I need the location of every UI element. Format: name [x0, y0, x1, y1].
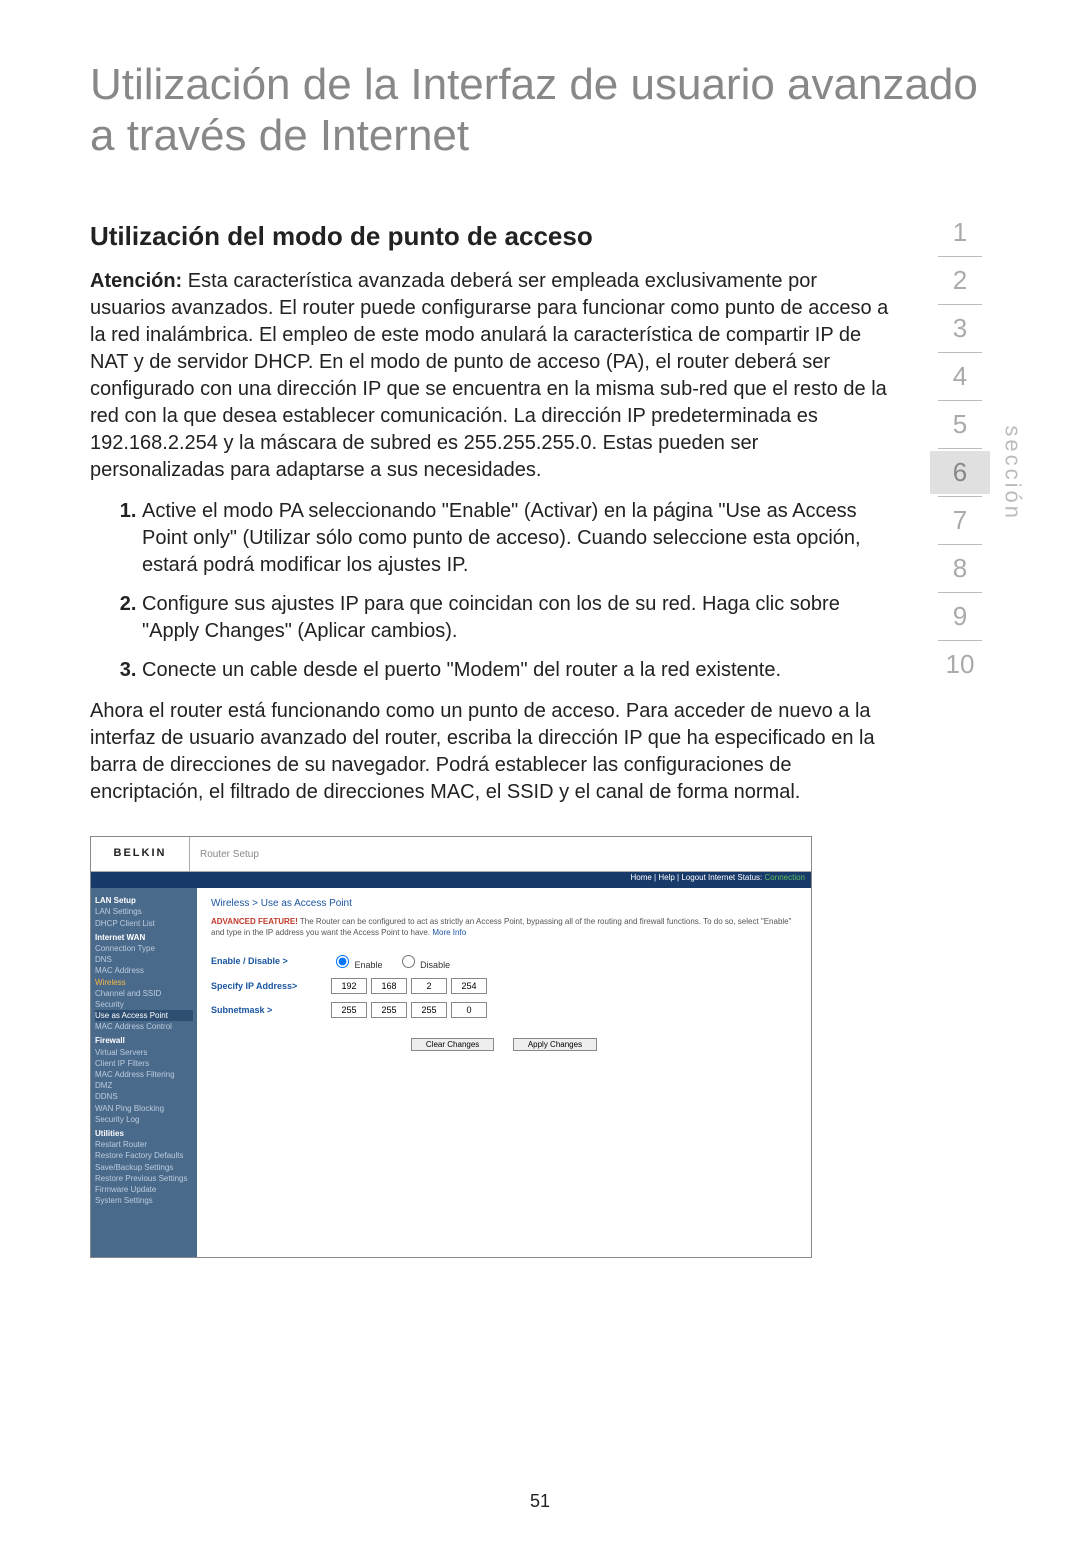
attention-text: Esta característica avanzada deberá ser … [90, 270, 888, 481]
status-connection[interactable]: Connection [765, 873, 805, 882]
section-number[interactable]: 3 [930, 307, 990, 350]
disable-radio[interactable]: Disable [397, 952, 451, 970]
section-nav: sección 12345678910 [930, 211, 990, 686]
subheading: Utilización del modo de punto de acceso [90, 221, 890, 252]
section-number[interactable]: 2 [930, 259, 990, 302]
router-logo: BELKIN [91, 837, 190, 871]
section-number[interactable]: 1 [930, 211, 990, 254]
ip-octet-3[interactable] [411, 978, 447, 994]
sidebar-item[interactable]: Save/Backup Settings [95, 1162, 193, 1173]
sidebar-item[interactable]: MAC Address Filtering [95, 1069, 193, 1080]
sidebar-item[interactable]: Firewall [95, 1035, 193, 1046]
mask-octet-3[interactable] [411, 1002, 447, 1018]
router-tab[interactable]: Router Setup [190, 837, 811, 871]
section-number[interactable]: 9 [930, 595, 990, 638]
section-separator [938, 496, 982, 497]
section-number[interactable]: 8 [930, 547, 990, 590]
router-breadcrumb: Wireless > Use as Access Point [211, 898, 797, 909]
router-main: Wireless > Use as Access Point ADVANCED … [197, 888, 811, 1257]
section-number[interactable]: 6 [930, 451, 990, 494]
router-sidebar: LAN SetupLAN SettingsDHCP Client List Int… [91, 888, 197, 1257]
ip-label: Specify IP Address> [211, 981, 331, 991]
sidebar-item[interactable]: System Settings [95, 1195, 193, 1206]
ip-octet-2[interactable] [371, 978, 407, 994]
status-links[interactable]: Home | Help | Logout Internet Status: [630, 873, 762, 882]
adv-text: The Router can be configured to act as s… [211, 917, 791, 936]
sidebar-item[interactable]: Virtual Servers [95, 1047, 193, 1058]
step-item: Active el modo PA seleccionando "Enable"… [142, 498, 890, 579]
sidebar-item[interactable]: DDNS [95, 1091, 193, 1102]
section-separator [938, 256, 982, 257]
page-title: Utilización de la Interfaz de usuario av… [90, 60, 990, 161]
sidebar-item[interactable]: Wireless [95, 977, 193, 988]
apply-changes-button[interactable]: Apply Changes [513, 1038, 597, 1051]
attention-label: Atención: [90, 270, 182, 292]
sidebar-item[interactable]: WAN Ping Blocking [95, 1103, 193, 1114]
sidebar-item[interactable]: Client IP Filters [95, 1058, 193, 1069]
sidebar-item[interactable]: DHCP Client List [95, 918, 193, 929]
enable-disable-label: Enable / Disable > [211, 956, 331, 966]
sidebar-item[interactable]: Firmware Update [95, 1184, 193, 1195]
step-item: Conecte un cable desde el puerto "Modem"… [142, 657, 890, 684]
step-item: Configure sus ajustes IP para que coinci… [142, 591, 890, 645]
sidebar-item[interactable]: Internet WAN [95, 932, 193, 943]
content-column: Utilización del modo de punto de acceso … [90, 221, 930, 1258]
sidebar-item[interactable]: DNS [95, 954, 193, 965]
section-number[interactable]: 10 [930, 643, 990, 686]
mask-octet-1[interactable] [331, 1002, 367, 1018]
sidebar-item[interactable]: MAC Address [95, 965, 193, 976]
sidebar-item[interactable]: Use as Access Point [95, 1010, 193, 1021]
sidebar-item[interactable]: Restore Factory Defaults [95, 1150, 193, 1161]
sidebar-item[interactable]: Security [95, 999, 193, 1010]
section-number[interactable]: 4 [930, 355, 990, 398]
steps-list: Active el modo PA seleccionando "Enable"… [90, 498, 890, 684]
section-separator [938, 592, 982, 593]
closing-paragraph: Ahora el router está funcionando como un… [90, 698, 890, 806]
attention-paragraph: Atención: Esta característica avanzada d… [90, 268, 890, 484]
section-separator [938, 352, 982, 353]
enable-radio[interactable]: Enable [331, 952, 383, 970]
sidebar-item[interactable]: Restore Previous Settings [95, 1173, 193, 1184]
more-info-link[interactable]: More Info [432, 928, 466, 937]
section-separator [938, 304, 982, 305]
sidebar-item[interactable]: Connection Type [95, 943, 193, 954]
sidebar-item[interactable]: Utilities [95, 1128, 193, 1139]
sidebar-item[interactable]: LAN Settings [95, 906, 193, 917]
section-number[interactable]: 7 [930, 499, 990, 542]
section-separator [938, 400, 982, 401]
section-label: sección [1000, 426, 1026, 522]
section-separator [938, 544, 982, 545]
adv-label: ADVANCED FEATURE! [211, 917, 298, 926]
router-advanced-note: ADVANCED FEATURE! The Router can be conf… [211, 917, 797, 938]
router-status-bar: Home | Help | Logout Internet Status: Co… [91, 872, 811, 888]
sidebar-item[interactable]: Restart Router [95, 1139, 193, 1150]
clear-changes-button[interactable]: Clear Changes [411, 1038, 494, 1051]
sidebar-item[interactable]: Channel and SSID [95, 988, 193, 999]
sidebar-item[interactable]: Security Log [95, 1114, 193, 1125]
section-separator [938, 640, 982, 641]
section-number[interactable]: 5 [930, 403, 990, 446]
sidebar-item[interactable]: DMZ [95, 1080, 193, 1091]
section-separator [938, 448, 982, 449]
mask-octet-4[interactable] [451, 1002, 487, 1018]
sidebar-item[interactable]: MAC Address Control [95, 1021, 193, 1032]
mask-label: Subnetmask > [211, 1005, 331, 1015]
mask-octet-2[interactable] [371, 1002, 407, 1018]
router-screenshot: BELKIN Router Setup Home | Help | Logout… [90, 836, 812, 1258]
page-number: 51 [0, 1491, 1080, 1512]
sidebar-item[interactable]: LAN Setup [95, 895, 193, 906]
ip-octet-4[interactable] [451, 978, 487, 994]
ip-octet-1[interactable] [331, 978, 367, 994]
